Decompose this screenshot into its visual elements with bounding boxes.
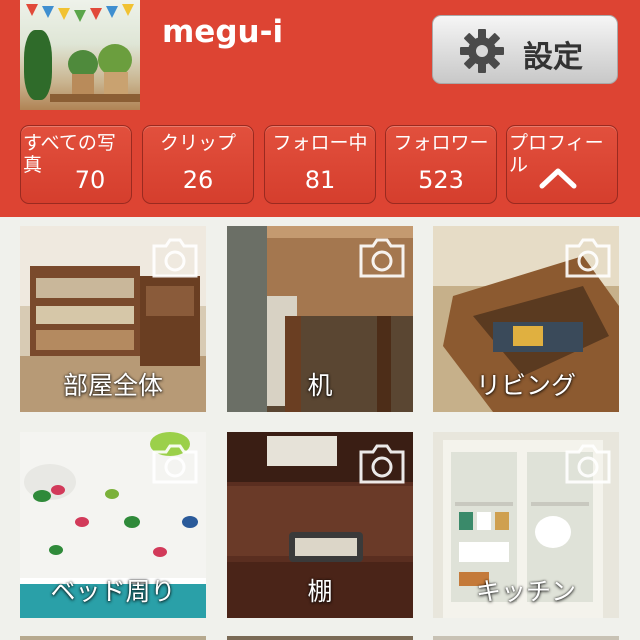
album-caption: 棚 [307, 577, 333, 606]
album-caption: リビング [475, 371, 576, 400]
camera-icon [152, 238, 198, 278]
album-tile[interactable]: ベッド周り [20, 432, 206, 618]
camera-icon [565, 238, 611, 278]
stat-value: 26 [182, 166, 214, 194]
camera-icon [359, 444, 405, 484]
camera-icon [565, 444, 611, 484]
chevron-up-icon [539, 168, 577, 189]
album-caption: キッチン [475, 577, 576, 606]
settings-button[interactable]: 設定 [432, 15, 618, 84]
album-tile[interactable]: 部屋全体 [20, 226, 206, 412]
username: megu-i [162, 14, 284, 50]
profile-header: megu-i 設定 すべての写真 70 クリップ 26 フォロー中 81 フォロ… [0, 0, 640, 217]
stat-label: フォロー中 [272, 132, 368, 154]
gear-icon [460, 29, 504, 73]
stat-label: クリップ [159, 132, 236, 154]
stat-profile[interactable]: プロフィール [506, 125, 618, 204]
stat-clips[interactable]: クリップ 26 [142, 125, 254, 204]
stat-value: 523 [418, 166, 464, 194]
album-tile[interactable]: リビング [433, 226, 619, 412]
stat-followers[interactable]: フォロワー 523 [385, 125, 497, 204]
stat-following[interactable]: フォロー中 81 [264, 125, 376, 204]
album-tile[interactable]: キッチン [433, 432, 619, 618]
stat-value: 81 [304, 166, 336, 194]
album-tile[interactable]: 机 [227, 226, 413, 412]
profile-avatar[interactable] [20, 0, 140, 110]
stat-label: フォロワー [393, 132, 489, 154]
album-tile-partial [227, 636, 413, 640]
album-caption: ベッド周り [50, 577, 176, 606]
album-tile-partial [433, 636, 619, 640]
camera-icon [359, 238, 405, 278]
camera-icon [152, 444, 198, 484]
album-tile[interactable]: 棚 [227, 432, 413, 618]
album-caption: 部屋全体 [62, 371, 163, 400]
album-caption: 机 [307, 371, 333, 400]
stat-all-photos[interactable]: すべての写真 70 [20, 125, 132, 204]
stat-value: 70 [74, 166, 106, 194]
album-tile-partial [20, 636, 206, 640]
settings-label: 設定 [523, 40, 583, 75]
